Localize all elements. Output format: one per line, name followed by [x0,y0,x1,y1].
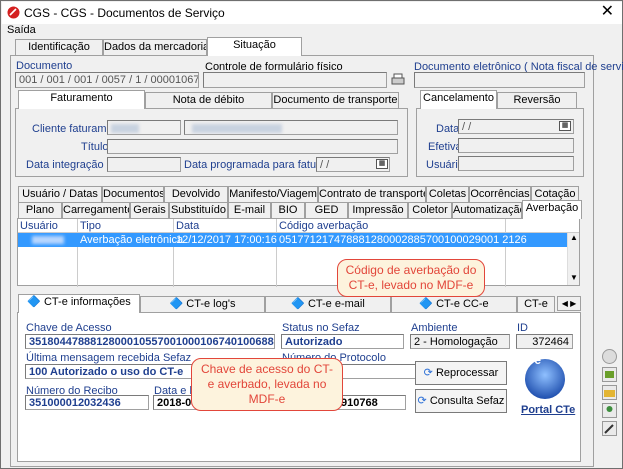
close-icon[interactable]: ✕ [601,4,614,20]
tab-scroll-arrows[interactable]: ◀ ▶ [557,296,581,311]
cancel-date-label: Data [436,123,460,135]
consult-sefaz-button[interactable]: ⟳ Consulta Sefaz [415,389,507,413]
cte-logo-text: CT-e [515,353,542,367]
tab-devolvido[interactable]: Devolvido [164,186,228,203]
main-window: CGS - CGS - Documentos de Serviço ✕ Saíd… [0,0,623,469]
last-message-label: Última mensagem recebida Sefaz [26,352,192,364]
tab-email[interactable]: E-mail [228,202,271,219]
title-label: Título [81,141,109,153]
effective-label: Efetiva [428,141,462,153]
reprocess-icon: ⟳ [423,367,433,379]
folder-icon[interactable] [602,385,617,400]
tab-ged[interactable]: GED [305,202,348,219]
col-data[interactable]: Data [176,220,199,232]
consult-icon: ⟳ [417,395,427,407]
navigate-icon[interactable] [602,367,617,382]
tab-faturamento[interactable]: Faturamento [18,90,145,109]
sefaz-status-label: Status no Sefaz [282,322,360,334]
tab-substituido[interactable]: Substituído [169,202,228,219]
document-field[interactable]: 001 / 001 / 001 / 0057 / 1 / 0000106740 [15,72,199,88]
tab-cancelamento[interactable]: Cancelamento [420,90,497,109]
table-scrollbar[interactable]: ▲ ▼ [567,233,579,285]
tab-coletas[interactable]: Coletas [426,186,469,203]
people-icon[interactable] [602,403,617,418]
tab-bio[interactable]: BIO [271,202,305,219]
tab-plano[interactable]: Plano [18,202,62,219]
col-tipo[interactable]: Tipo [80,220,101,232]
control-field[interactable] [203,72,387,88]
environment-label: Ambiente [411,322,458,334]
table-cell-data: 12/12/2017 17:00:16 [176,234,277,246]
tab-cte-informacoes[interactable]: 🔷 CT-e informações [18,294,140,313]
calendar-icon[interactable]: ▦ [376,159,388,169]
col-usuario[interactable]: Usuário [20,220,58,232]
col-codigo[interactable]: Código averbação [279,220,368,232]
tab-cte-logs[interactable]: 🔷 CT-e log's [140,296,265,313]
calendar-icon[interactable]: ▦ [559,121,571,131]
menu-exit[interactable]: Saída [7,24,36,36]
table-cell-tipo: Averbação eletrônica [80,234,184,246]
scroll-down-icon[interactable]: ▼ [570,273,578,282]
window-title: CGS - CGS - Documentos de Serviço [24,6,225,20]
table-cell-codigo: 051771217478881280002885700100029001 212… [279,234,527,246]
tab-documentos[interactable]: Documentos [102,186,164,203]
record-button[interactable] [602,349,617,364]
tab-cte-cce[interactable]: 🔷 CT-e CC-e [391,296,517,313]
portal-cte-link[interactable]: Portal CTe [521,404,575,416]
tab-cte-email[interactable]: 🔷 CT-e e-mail [265,296,391,313]
id-label: ID [517,322,528,334]
averbacao-table: Usuário Tipo Data Código averbação Averb… [17,218,580,287]
tab-identificacao[interactable]: Identificação [15,39,103,56]
cte-cce-icon: 🔷 [419,298,434,310]
sefaz-status-field[interactable]: Autorizado [281,334,404,349]
tab-dados-mercadoria[interactable]: Dados da mercadoria [103,39,207,56]
title-field[interactable] [107,139,398,154]
receipt-field[interactable]: 351000012032436 [25,395,149,410]
tab-usuario-datas[interactable]: Usuário / Datas [18,186,102,203]
table-header: Usuário Tipo Data Código averbação [18,219,579,287]
client-name-field[interactable] [184,120,398,135]
table-row[interactable]: Averbação eletrônica 12/12/2017 17:00:16… [18,233,567,247]
user-field[interactable] [458,156,574,171]
tab-cte-more[interactable]: CT-e [517,296,555,313]
tab-documento-transporte[interactable]: Documento de transporte [272,92,399,109]
table-cell-user [32,236,64,244]
tab-reversao[interactable]: Reversão [497,92,577,109]
document-label: Documento [16,60,73,72]
last-message-field[interactable]: 100 Autorizado o uso do CT-e [25,364,215,379]
app-logo-icon [7,6,20,19]
tab-gerais[interactable]: Gerais [130,202,169,219]
printer-icon[interactable] [390,72,406,88]
tab-impressao[interactable]: Impressão [348,202,408,219]
electronic-doc-field[interactable] [414,72,585,88]
scroll-up-icon[interactable]: ▲ [570,233,578,242]
cte-log-icon: 🔷 [169,298,184,310]
tab-situacao[interactable]: Situação [207,37,302,56]
access-key-field[interactable]: 3518044788812800010557001000106740100688… [25,334,275,349]
tab-coletor[interactable]: Coletor [408,202,452,219]
effective-field[interactable] [458,138,574,153]
tab-contrato-transporte[interactable]: Contrato de transporte [318,186,426,203]
id-field[interactable]: 372464 [516,334,573,349]
tab-automatizacao[interactable]: Automatização [452,202,522,219]
reprocess-button[interactable]: ⟳ Reprocessar [415,361,507,385]
tab-carregamento[interactable]: Carregamento [62,202,130,219]
access-key-label: Chave de Acesso [26,322,112,334]
title-bar: CGS - CGS - Documentos de Serviço ✕ [2,2,622,24]
tab-nota-debito[interactable]: Nota de débito [145,92,272,109]
callout-averbacao-code: Código de averbação do CT-e, levado no M… [337,259,485,297]
cte-info-icon: 🔷 [27,296,41,308]
cancel-date-field[interactable]: / / [458,119,574,134]
crc-field[interactable] [107,157,181,172]
callout-access-key: Chave de acesso do CT-e averbado, levada… [191,358,343,411]
edit-icon[interactable] [602,421,617,436]
environment-field[interactable]: 2 - Homologação [410,334,510,349]
tab-averbacao[interactable]: Averbação [522,200,582,219]
tab-manifesto-viagem[interactable]: Manifesto/Viagem [228,186,318,203]
client-code-field[interactable] [107,120,181,135]
cte-email-icon: 🔷 [291,298,305,310]
